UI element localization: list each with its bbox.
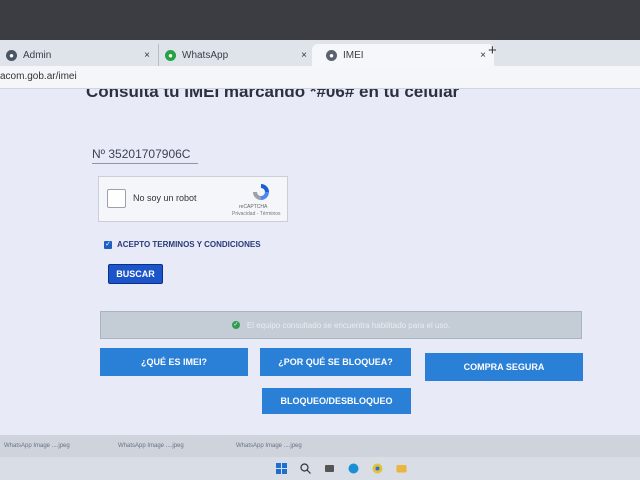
status-message: El equipo consultado se encuentra habili… [246,320,451,330]
search-button[interactable]: BUSCAR [108,264,163,284]
tab-admin[interactable]: ● Admin × [0,44,158,66]
shield-icon: ● [326,49,337,61]
tab-label: IMEI [343,49,364,61]
whatsapp-icon: ● [165,49,176,61]
search-icon[interactable] [300,463,311,474]
download-item[interactable]: WhatsApp Image ....jpeg [118,443,184,449]
edge-browser-icon[interactable] [348,463,359,474]
monitor-bezel [0,0,640,40]
chrome-icon[interactable] [372,463,383,474]
recaptcha-icon [253,184,269,200]
page-title: Consulta tu IMEI marcando *#06# en tu ce… [86,89,460,101]
url-text[interactable]: acom.gob.ar/imei [0,71,77,82]
taskbar [0,457,640,480]
tab-whatsapp[interactable]: ● WhatsApp × [158,44,315,66]
terms-checkbox-row[interactable]: ✓ ACEPTO TERMINOS Y CONDICIONES [104,240,261,249]
status-banner: ✓ El equipo consultado se encuentra habi… [100,311,582,339]
recaptcha-links[interactable]: Privacidad - Términos [232,211,281,217]
safe-purchase-button[interactable]: COMPRA SEGURA [425,353,583,381]
close-icon[interactable]: × [480,50,486,61]
why-blocked-button[interactable]: ¿POR QUÉ SE BLOQUEA? [260,348,411,376]
tab-label: WhatsApp [182,49,229,61]
address-bar[interactable]: acom.gob.ar/imei [0,66,640,89]
download-item[interactable]: WhatsApp Image ....jpeg [236,443,302,449]
check-circle-icon: ✓ [231,321,240,329]
folder-icon[interactable] [396,463,407,474]
new-tab-button[interactable]: + [488,42,497,59]
task-view-icon[interactable] [324,463,335,474]
page-content: Consulta tu IMEI marcando *#06# en tu ce… [0,89,640,435]
checkbox-checked-icon[interactable]: ✓ [104,240,112,249]
recaptcha-label: No soy un robot [133,193,197,203]
tab-imei[interactable]: ● IMEI × [312,44,494,66]
terms-label: ACEPTO TERMINOS Y CONDICIONES [117,240,261,249]
globe-icon: ● [6,49,17,61]
close-icon[interactable]: × [144,50,150,61]
windows-start-icon[interactable] [276,463,287,474]
download-item[interactable]: WhatsApp Image ....jpeg [4,443,70,449]
tab-label: Admin [23,49,52,61]
browser-tab-bar: ● Admin × ● WhatsApp × ● IMEI × [0,40,640,66]
recaptcha-widget: No soy un robot reCAPTCHA Privacidad - T… [98,176,288,222]
recaptcha-checkbox[interactable] [107,189,126,208]
recaptcha-brand: reCAPTCHA [239,204,268,210]
imei-input[interactable]: Nº 35201707906C [92,147,198,164]
close-icon[interactable]: × [301,50,307,61]
what-is-imei-button[interactable]: ¿QUÉ ES IMEI? [100,348,248,376]
block-unblock-button[interactable]: BLOQUEO/DESBLOQUEO [262,388,411,414]
downloads-bar: WhatsApp Image ....jpeg WhatsApp Image .… [0,435,640,457]
